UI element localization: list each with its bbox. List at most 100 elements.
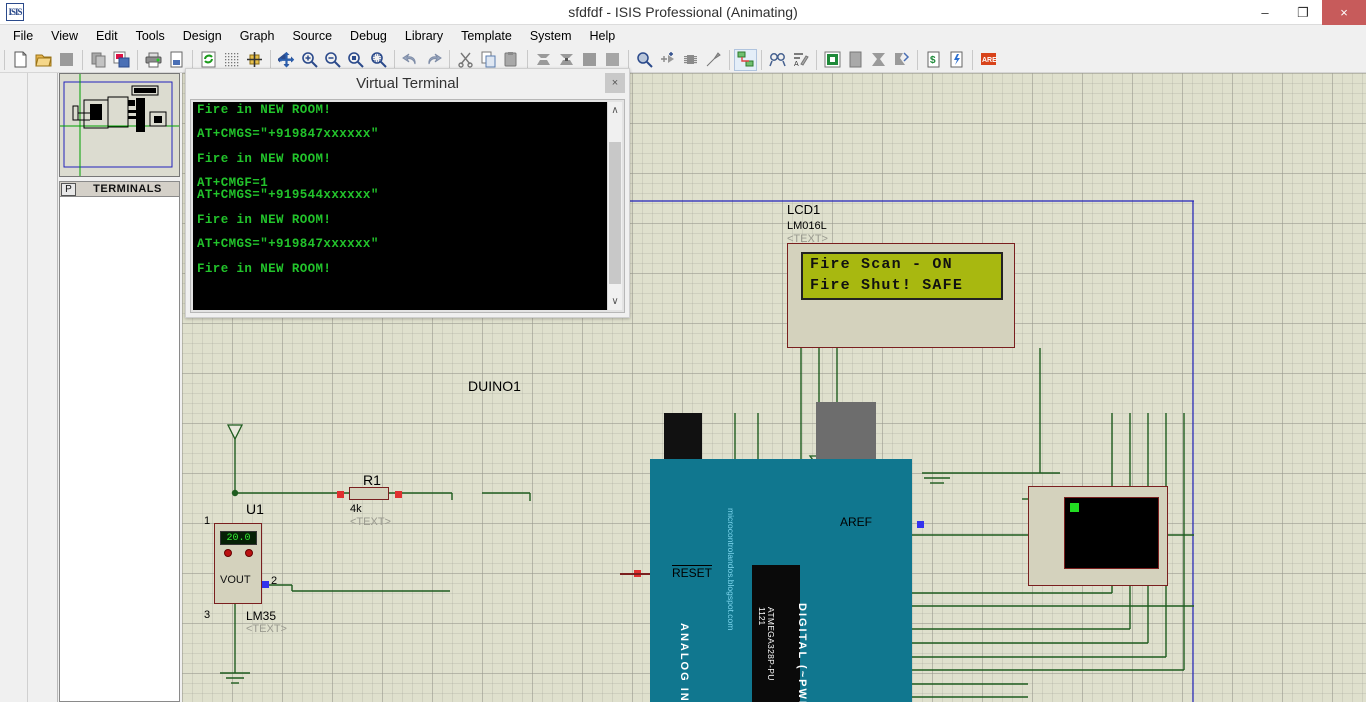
zoom-out-icon [324,51,341,68]
resistor-ref-label: R1 [363,472,381,488]
title-bar: ISIS sfdfdf - ISIS Professional (Animati… [0,0,1366,25]
lm35-text-tag: <TEXT> [246,623,287,635]
zoom-in-icon [301,51,318,68]
electrical-rules-check-icon [948,51,965,68]
board-watermark: microcontrolandos.blogspot.com [726,508,736,630]
bill-of-materials-button[interactable]: $ [922,49,945,71]
mcu-chip: ATMEGA328P-PU 1121 [752,565,800,702]
virtual-terminal-body[interactable]: Fire in NEW ROOM! AT+CMGS="+919847xxxxxx… [191,100,624,312]
menu-item-help[interactable]: Help [581,26,625,46]
lm35-pin2-number: 2 [271,575,277,587]
toolbar-separator [137,50,138,70]
electrical-rules-check-button[interactable] [945,49,968,71]
virtual-terminal-scrollbar[interactable]: ∧ ∨ [607,102,622,310]
lm35-ref-label: U1 [246,501,264,517]
search-tag-button[interactable] [766,49,789,71]
lm35-adjust-knob-1[interactable] [224,549,232,557]
close-button[interactable]: × [1322,0,1366,25]
minimize-button[interactable]: – [1246,0,1284,25]
menu-item-view[interactable]: View [42,26,87,46]
lm35-component[interactable]: U1 1 20.0 VOUT 2 3 LM35 <TEXT> [214,523,262,604]
wire-autorouter-icon [737,51,754,68]
scroll-up-icon[interactable]: ∧ [608,102,622,119]
lcd-line-1: Fire Scan - ON [810,256,953,273]
remove-sheet-button[interactable] [867,49,890,71]
restore-button[interactable]: ❐ [1284,0,1322,25]
resistor-pin1-state [337,491,344,498]
menu-item-source[interactable]: Source [283,26,341,46]
svg-text:A: A [794,61,799,68]
zoom-all-icon [347,51,364,68]
import-section-button[interactable] [87,49,110,71]
menu-item-debug[interactable]: Debug [341,26,396,46]
lcd-component[interactable]: LCD1 LM016L <TEXT> Fire Scan - ON Fire S… [787,243,1015,348]
toolbar-separator [270,50,271,70]
export-section-button[interactable] [110,49,133,71]
menu-item-system[interactable]: System [521,26,581,46]
wire-autorouter-button[interactable] [734,49,757,71]
print-icon [145,51,162,68]
print-button[interactable] [142,49,165,71]
serial-device-body [1028,486,1168,586]
design-explorer-button[interactable] [821,49,844,71]
serial-device-component[interactable] [1028,486,1168,586]
virtual-terminal-close-button[interactable]: × [605,73,625,93]
new-sheet-button[interactable] [844,49,867,71]
menu-item-design[interactable]: Design [174,26,231,46]
svg-text:$: $ [930,55,936,66]
menu-item-tools[interactable]: Tools [127,26,174,46]
reset-pin-lead [620,573,650,575]
window-controls: – ❐ × [1246,0,1366,25]
decompose-button[interactable] [702,49,725,71]
menu-bar: FileViewEditToolsDesignGraphSourceDebugL… [0,25,1366,47]
virtual-terminal-window[interactable]: Virtual Terminal × Fire in NEW ROOM! AT+… [185,68,630,318]
menu-item-file[interactable]: File [4,26,42,46]
menu-item-edit[interactable]: Edit [87,26,127,46]
decompose-icon [705,51,722,68]
print-area-icon [168,51,185,68]
new-file-button[interactable] [9,49,32,71]
search-tag-icon [769,51,786,68]
lm35-device-label: LM35 [246,609,276,623]
virtual-terminal-title-text: Virtual Terminal [356,75,459,92]
exit-sheet-button[interactable] [890,49,913,71]
menu-item-library[interactable]: Library [396,26,452,46]
packaging-tool-button[interactable] [679,49,702,71]
mode-toolbar [0,73,28,702]
save-file-button[interactable] [55,49,78,71]
property-assignment-button[interactable]: A [789,49,812,71]
window-title: sfdfdf - ISIS Professional (Animating) [0,4,1366,20]
resistor-body [349,487,389,500]
lm35-adjust-knob-2[interactable] [245,549,253,557]
lcd-ref-label: LCD1 [787,202,820,217]
serial-device-screen [1064,497,1159,569]
lcd-screen: Fire Scan - ON Fire Shut! SAFE [801,252,1003,300]
analog-in-group-label: ANALOG IN [678,623,690,702]
mcu-chip-label: ATMEGA328P-PU [766,607,776,681]
import-section-icon [90,51,107,68]
menu-item-template[interactable]: Template [452,26,521,46]
scroll-down-icon[interactable]: ∨ [608,293,622,310]
svg-text:ARES: ARES [982,57,997,64]
open-file-button[interactable] [32,49,55,71]
toolbar-separator [729,50,730,70]
new-sheet-icon [847,51,864,68]
pick-device-button[interactable] [633,49,656,71]
design-explorer-icon [824,51,841,68]
aref-pin-state [917,521,924,528]
lm35-pin1-number: 1 [204,515,210,527]
lm35-pin3-number: 3 [204,609,210,621]
pick-device-icon [636,51,653,68]
pick-from-library-button[interactable]: P [61,183,76,196]
menu-item-graph[interactable]: Graph [231,26,284,46]
ares-button[interactable]: ARES [977,49,1000,71]
lm35-vout-label: VOUT [220,574,251,586]
copy-icon [480,51,497,68]
scrollbar-thumb[interactable] [609,142,621,284]
overview-preview-pane[interactable] [59,73,180,177]
make-device-button[interactable] [656,49,679,71]
lm35-display-value: 20.0 [220,531,257,545]
redo-icon [425,51,442,68]
toolbar-separator [628,50,629,70]
lm35-pin2-state [262,581,269,588]
